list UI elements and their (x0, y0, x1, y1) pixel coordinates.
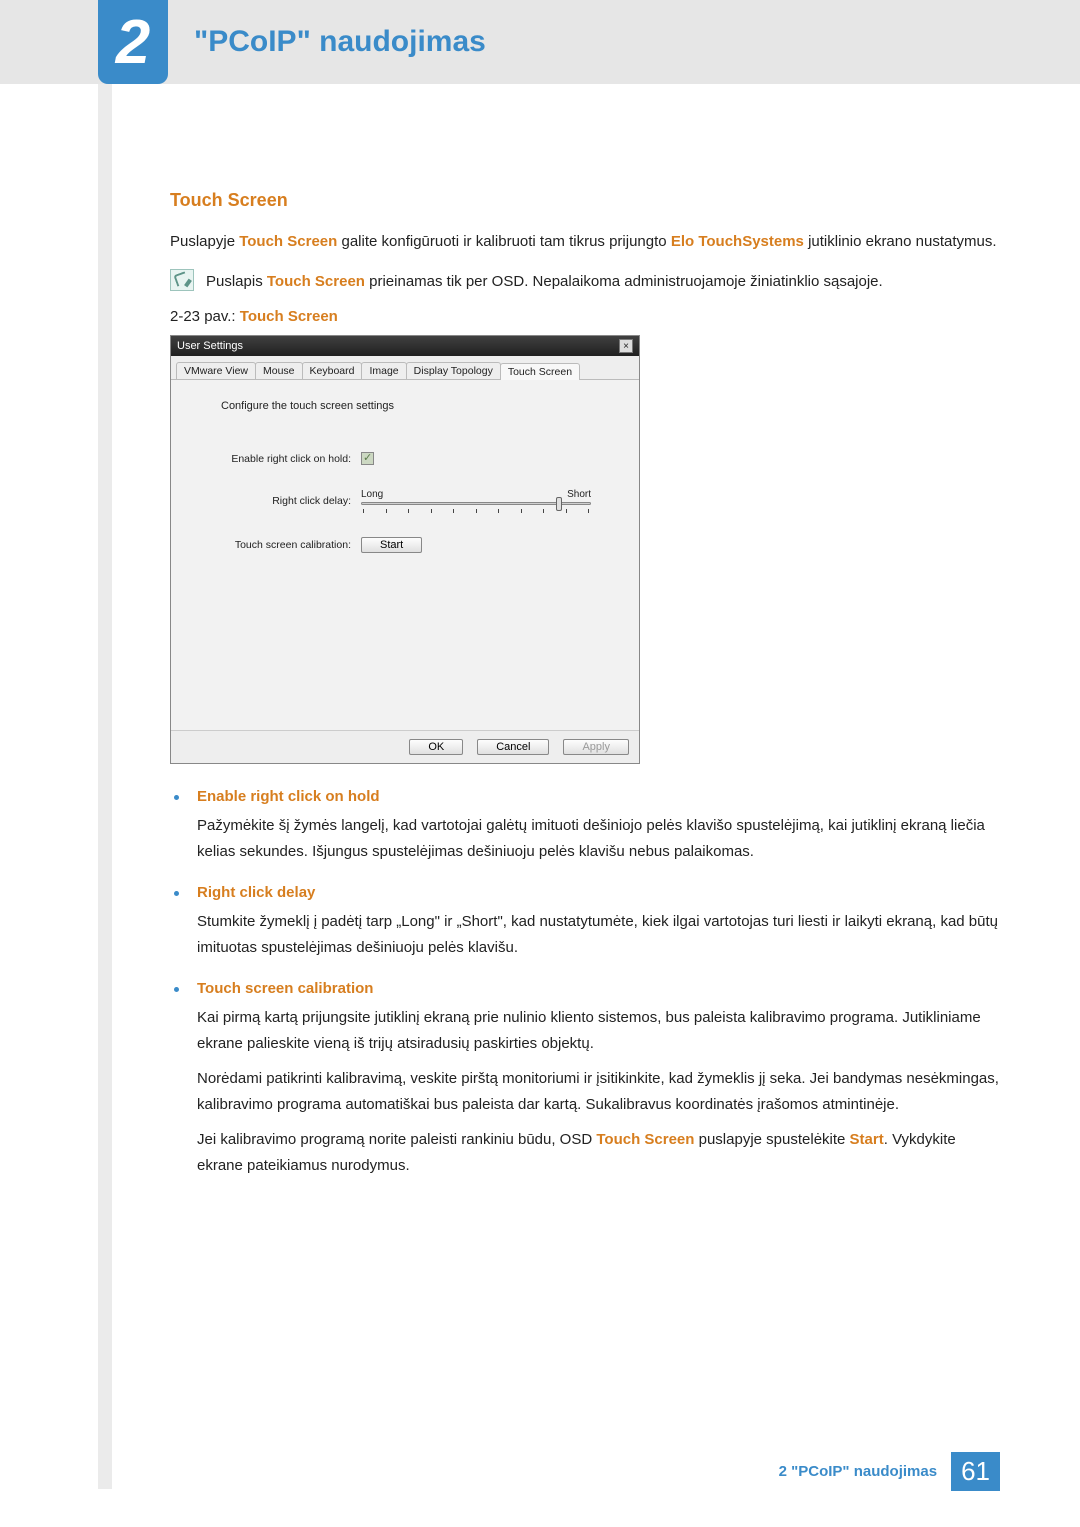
note-text: Puslapis Touch Screen prieinamas tik per… (206, 269, 883, 295)
chapter-number: 2 (98, 0, 168, 84)
section-heading: Touch Screen (170, 190, 1000, 211)
tab-keyboard[interactable]: Keyboard (302, 362, 363, 379)
checkbox-enable-right-click[interactable] (361, 452, 374, 465)
text: Pažymėkite šį žymės langelį, kad vartoto… (197, 813, 1000, 864)
bullet-body: Kai pirmą kartą prijungsite jutiklinį ek… (197, 1005, 1000, 1178)
start-button[interactable]: Start (361, 537, 422, 553)
ok-button[interactable]: OK (409, 739, 463, 755)
bullet-head: Enable right click on hold (170, 788, 1000, 805)
bullet-dot-icon (174, 891, 179, 896)
page-footer: 2 "PCoIP" naudojimas 61 (779, 1452, 1000, 1491)
bullet-right-click-delay: Right click delay Stumkite žymeklį į pad… (170, 884, 1000, 960)
dialog-title-text: User Settings (177, 340, 243, 352)
row-calibration: Touch screen calibration: Start (191, 537, 619, 553)
bullet-body: Stumkite žymeklį į padėtį tarp „Long" ir… (197, 909, 1000, 960)
text: Jei kalibravimo programą norite paleisti… (197, 1127, 1000, 1178)
tab-touch-screen[interactable]: Touch Screen (500, 363, 580, 380)
bullet-calibration: Touch screen calibration Kai pirmą kartą… (170, 980, 1000, 1178)
bullet-title: Touch screen calibration (197, 980, 373, 997)
highlight-touch-screen: Touch Screen (596, 1131, 694, 1148)
user-settings-dialog: User Settings × VMware View Mouse Keyboa… (170, 335, 640, 764)
footer-chapter-text: 2 "PCoIP" naudojimas (779, 1452, 951, 1491)
dialog-body: Configure the touch screen settings Enab… (171, 380, 639, 730)
highlight-start: Start (850, 1131, 884, 1148)
slider-thumb[interactable] (556, 497, 562, 511)
tab-row: VMware View Mouse Keyboard Image Display… (171, 356, 639, 380)
cancel-button[interactable]: Cancel (477, 739, 549, 755)
bullet-dot-icon (174, 987, 179, 992)
main-content: Touch Screen Puslapyje Touch Screen gali… (170, 190, 1000, 1198)
text: puslapyje spustelėkite (694, 1131, 849, 1148)
bullet-list: Enable right click on hold Pažymėkite šį… (170, 788, 1000, 1178)
tab-mouse[interactable]: Mouse (255, 362, 303, 379)
left-margin-stripe (98, 84, 112, 1489)
text: galite konfigūruoti ir kalibruoti tam ti… (337, 233, 671, 250)
apply-button[interactable]: Apply (563, 739, 629, 755)
bullet-title: Right click delay (197, 884, 315, 901)
label-calibration: Touch screen calibration: (191, 539, 361, 551)
dialog-footer: OK Cancel Apply (171, 730, 639, 763)
slider-track[interactable] (361, 502, 591, 505)
tab-display-topology[interactable]: Display Topology (406, 362, 501, 379)
highlight-touch-screen: Touch Screen (239, 233, 337, 250)
chapter-title: "PCoIP" naudojimas (194, 25, 486, 59)
note: Puslapis Touch Screen prieinamas tik per… (170, 269, 1000, 295)
chapter-header: 2 "PCoIP" naudojimas (0, 0, 1080, 84)
bullet-title: Enable right click on hold (197, 788, 380, 805)
page-number: 61 (951, 1452, 1000, 1491)
bullet-body: Pažymėkite šį žymės langelį, kad vartoto… (197, 813, 1000, 864)
highlight-elo: Elo TouchSystems (671, 233, 804, 250)
bullet-enable-right-click: Enable right click on hold Pažymėkite šį… (170, 788, 1000, 864)
text: jutiklinio ekrano nustatymus. (804, 233, 997, 250)
text: Norėdami patikrinti kalibravimą, veskite… (197, 1066, 1000, 1117)
highlight-touch-screen: Touch Screen (240, 308, 338, 325)
dialog-section-heading: Configure the touch screen settings (221, 400, 619, 412)
text: Puslapis (206, 273, 267, 290)
bullet-head: Right click delay (170, 884, 1000, 901)
tab-image[interactable]: Image (361, 362, 406, 379)
tab-vmware-view[interactable]: VMware View (176, 362, 256, 379)
slider-right-click-delay[interactable]: Long Short (361, 489, 591, 513)
text: prieinamas tik per OSD. Nepalaikoma admi… (365, 273, 883, 290)
text: Kai pirmą kartą prijungsite jutiklinį ek… (197, 1005, 1000, 1056)
highlight-touch-screen: Touch Screen (267, 273, 365, 290)
intro-paragraph: Puslapyje Touch Screen galite konfigūruo… (170, 229, 1000, 255)
row-enable-right-click: Enable right click on hold: (191, 452, 619, 465)
figure-caption: 2-23 pav.: Touch Screen (170, 308, 1000, 325)
text: Jei kalibravimo programą norite paleisti… (197, 1131, 596, 1148)
row-right-click-delay: Right click delay: Long Short (191, 489, 619, 513)
slider-label-short: Short (567, 489, 591, 500)
text: 2-23 pav.: (170, 308, 240, 325)
bullet-dot-icon (174, 795, 179, 800)
label-right-click-delay: Right click delay: (191, 495, 361, 507)
close-icon[interactable]: × (619, 339, 633, 353)
dialog-titlebar: User Settings × (171, 336, 639, 356)
text: Puslapyje (170, 233, 239, 250)
slider-label-long: Long (361, 489, 383, 500)
text: Stumkite žymeklį į padėtį tarp „Long" ir… (197, 909, 1000, 960)
bullet-head: Touch screen calibration (170, 980, 1000, 997)
label-enable-right-click: Enable right click on hold: (191, 453, 361, 465)
note-icon (170, 269, 194, 291)
